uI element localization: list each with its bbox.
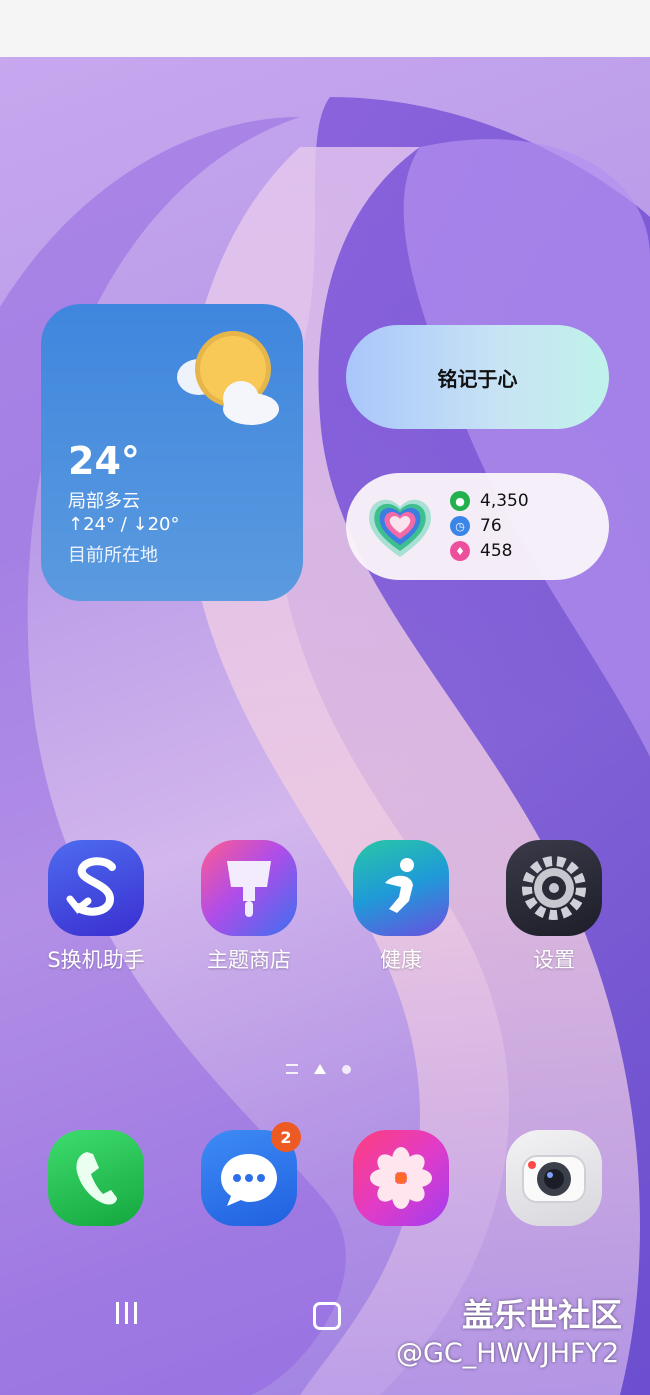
gallery-icon [353, 1130, 449, 1226]
app-health[interactable]: 健康 [346, 840, 456, 974]
page-indicator[interactable] [286, 1062, 366, 1076]
page-list-icon[interactable] [286, 1064, 298, 1074]
dock-gallery[interactable] [346, 1130, 456, 1226]
health-widget[interactable]: ● 4,350 ◷ 76 ♦ 458 [346, 473, 609, 580]
app-label: 健康 [380, 948, 422, 972]
recent-apps-button[interactable] [112, 1302, 140, 1326]
app-settings[interactable]: 设置 [499, 840, 609, 974]
dock-messages[interactable]: 2 [194, 1122, 304, 1226]
home-page-icon[interactable] [314, 1064, 326, 1074]
steps-value: 4,350 [480, 491, 529, 511]
app-label: S换机助手 [47, 948, 145, 972]
dock-camera[interactable] [499, 1130, 609, 1226]
calories-row: ♦ 458 [450, 540, 512, 562]
page-dot[interactable] [342, 1064, 351, 1074]
active-minutes-row: ◷ 76 [450, 515, 502, 537]
heart-rings-icon [364, 491, 436, 563]
status-bar [0, 0, 650, 57]
settings-icon [506, 840, 602, 936]
calories-value: 458 [480, 541, 513, 561]
watermark-site: 盖乐世社区 [462, 1296, 623, 1334]
weather-condition: 局部多云 [68, 491, 140, 512]
partly-cloudy-icon [171, 329, 291, 429]
app-label: 设置 [533, 948, 575, 972]
steps-row: ● 4,350 [450, 490, 529, 512]
smart-switch-icon [48, 840, 144, 936]
memo-text: 铭记于心 [437, 366, 518, 391]
weather-widget[interactable]: 24° 局部多云 ↑24° / ↓20° 目前所在地 [41, 304, 303, 601]
weather-location: 目前所在地 [68, 545, 158, 566]
watermark-user: @GC_HWVJHFY2 [396, 1338, 620, 1369]
app-theme-store[interactable]: 主题商店 [194, 840, 304, 974]
app-smart-switch[interactable]: S换机助手 [41, 840, 151, 974]
camera-icon [506, 1130, 602, 1226]
steps-icon: ● [450, 491, 470, 511]
weather-high-low: ↑24° / ↓20° [68, 514, 180, 535]
weather-temperature: 24° [68, 439, 140, 483]
unread-badge: 2 [271, 1122, 301, 1152]
clock-icon: ◷ [450, 516, 470, 536]
dock-phone[interactable] [41, 1130, 151, 1226]
health-icon [353, 840, 449, 936]
phone-icon [48, 1130, 144, 1226]
home-button[interactable] [313, 1302, 341, 1330]
messages-icon: 2 [201, 1122, 301, 1226]
flame-icon: ♦ [450, 541, 470, 561]
active-minutes-value: 76 [480, 516, 502, 536]
memo-widget[interactable]: 铭记于心 [346, 325, 609, 429]
theme-store-icon [201, 840, 297, 936]
app-label: 主题商店 [207, 948, 291, 972]
